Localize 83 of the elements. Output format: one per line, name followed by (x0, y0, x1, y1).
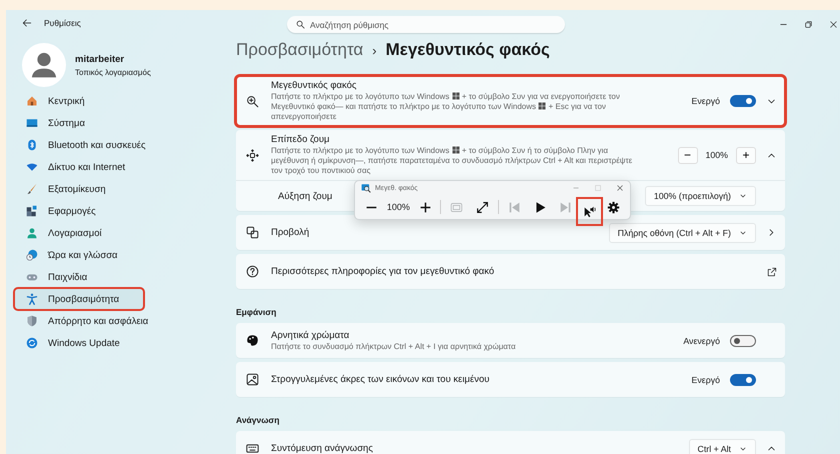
external-link-icon[interactable] (767, 266, 777, 276)
plus-icon (418, 200, 432, 214)
help-icon (246, 265, 259, 278)
setting-title: Στρογγυλεμένες άκρες των εικόνων και του κειμένου (271, 374, 490, 385)
toggle-state: Ενεργό (692, 374, 720, 384)
chevron-down-icon (739, 192, 747, 200)
setting-description: Πατήστε το πλήκτρο με το λογότυπο των Windows + το σύμβολο Συν ή το σύμβολο Πλην για μεγέθυνση ή σμίκρυνση—, πατήστε παρατεταμένα το συνδυασμό πλήκτρων Ctrl + Alt και περιστρέψτε τον τροχό του ποντικιού σας (271, 146, 634, 176)
page-title: Μεγεθυντικός φακός (386, 40, 550, 60)
sidebar-item[interactable]: Προσβασιμότητα (14, 288, 144, 310)
dropdown[interactable]: Ctrl + Alt (688, 438, 756, 454)
zoom-out-button[interactable]: − (678, 146, 698, 164)
toggle-switch[interactable] (730, 95, 756, 107)
section-heading: Ανάγνωση (236, 414, 280, 427)
sidebar-item[interactable]: Δίκτυο και Internet (14, 156, 168, 178)
setting-title: Προβολή (271, 227, 310, 238)
search-icon (296, 20, 305, 29)
sidebar-item[interactable]: Bluetooth και συσκευές (14, 134, 168, 156)
account-type: Τοπικός λογαριασμός (75, 68, 151, 76)
restore-icon[interactable] (804, 20, 813, 29)
setting-title: Συντόμευση ανάγνωσης (271, 443, 373, 454)
shield-icon (26, 315, 38, 327)
globe-clock-icon (26, 249, 38, 261)
toggle-switch[interactable] (730, 374, 756, 386)
next-icon (559, 200, 572, 214)
overlapping-squares-icon (246, 226, 259, 239)
sidebar-item[interactable]: Ώρα και γλώσσα (14, 244, 168, 266)
fit-screen-icon (450, 200, 464, 214)
expand-icon (476, 200, 490, 214)
keyboard-icon (246, 442, 259, 454)
previous-icon (508, 200, 521, 214)
sidebar-item[interactable]: Απόρρητο και ασφάλεια (14, 310, 168, 332)
setting-description: Πατήστε το πλήκτρο με το λογότυπο των Windows + το σύμβολο Συν για να ενεργοποιήσετε τον Μεγεθυντικό φακό— και πατήστε το πλήκτρο με το λογότυπο των Windows + Esc για να τον απενεργοποιήσετε (271, 92, 621, 122)
close-icon[interactable] (616, 184, 624, 192)
accessibility-icon (26, 293, 38, 305)
monitor-icon (26, 117, 38, 129)
wifi-icon (26, 161, 38, 173)
settings-icon (606, 200, 620, 214)
windows-logo-icon (538, 102, 546, 110)
bluetooth-icon (26, 139, 38, 151)
windows-logo-icon (452, 92, 460, 100)
person-icon (26, 227, 38, 239)
dropdown[interactable]: Πλήρης οθόνη (Ctrl + Alt + F) (608, 222, 756, 242)
home-icon (26, 95, 38, 107)
pointer-speaker-button[interactable] (576, 196, 604, 226)
avatar-icon (22, 43, 66, 87)
sidebar-item[interactable]: Λογαριασμοί (14, 222, 168, 244)
setting-description: Πατήστε το συνδυασμό πλήκτρων Ctrl + Alt + I για αρνητικά χρώματα (271, 342, 517, 352)
setting-title: Αρνητικά χρώματα (271, 330, 350, 340)
window-title: Ρυθμίσεις (44, 18, 81, 28)
sidebar-item[interactable]: Κεντρική (14, 90, 168, 112)
sidebar-item[interactable]: Σύστημα (14, 112, 168, 134)
breadcrumb-separator: › (372, 43, 377, 58)
magnifier-app-icon (361, 183, 371, 193)
pointer-speaker-icon (583, 204, 596, 218)
breadcrumb-link[interactable]: Προσβασιμότητα (236, 40, 364, 60)
setting-title: Αύξηση ζουμ (278, 190, 332, 202)
sidebar-item[interactable]: Windows Update (14, 332, 168, 354)
move-arrows-icon (246, 148, 259, 162)
zoom-value: 100% (706, 150, 728, 160)
account-name: mitarbeiter (75, 54, 126, 64)
update-icon (26, 337, 38, 349)
toggle-state: Ανενεργό (683, 336, 720, 346)
toggle-state: Ενεργό (692, 96, 720, 106)
section-heading: Εμφάνιση (236, 306, 278, 319)
zoom-in-button[interactable]: + (736, 146, 756, 164)
setting-title: Επίπεδο ζουμ (271, 134, 330, 145)
palette-icon (246, 334, 259, 347)
image-icon (246, 373, 259, 386)
sidebar-item[interactable]: Εφαρμογές (14, 200, 168, 222)
setting-title: Περισσότερες πληροφορίες για τον μεγεθυντικό φακό (271, 266, 494, 277)
apps-icon (26, 205, 38, 217)
brush-icon (26, 183, 38, 195)
zoom-value: 100% (386, 202, 410, 212)
dropdown[interactable]: 100% (προεπιλογή) (644, 186, 756, 206)
windows-logo-icon (452, 146, 460, 154)
close-icon[interactable] (829, 20, 838, 29)
back-icon[interactable] (22, 18, 32, 28)
zoom-in-icon (246, 94, 259, 108)
sidebar-item[interactable]: Παιχνίδια (14, 266, 168, 288)
setting-title: Μεγεθυντικός φακός (271, 80, 357, 91)
search-field[interactable]: Αναζήτηση ρύθμισης (287, 16, 565, 33)
toggle-switch[interactable] (730, 334, 756, 346)
sidebar-item[interactable]: Εξατομίκευση (14, 178, 168, 200)
